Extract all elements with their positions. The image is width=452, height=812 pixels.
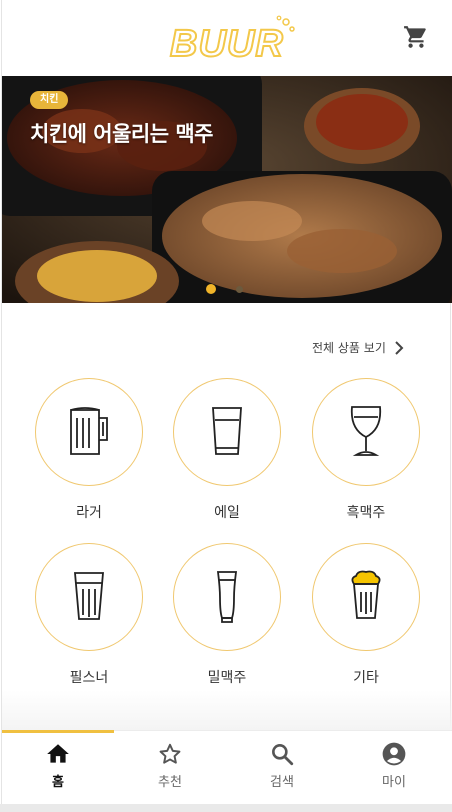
category-pilsner[interactable]: 필스너 — [34, 543, 144, 687]
nav-label: 홈 — [52, 775, 64, 790]
category-label: 기타 — [353, 670, 379, 686]
category-label: 흑맥주 — [346, 505, 386, 521]
pilsner-glass-icon — [35, 543, 143, 651]
goblet-icon — [312, 378, 420, 486]
chevron-right-icon — [395, 340, 404, 355]
cart-icon[interactable] — [402, 24, 430, 50]
foam-glass-icon — [312, 543, 420, 651]
promo-banner[interactable]: 치킨 치킨에 어울리는 맥주 — [2, 76, 452, 303]
carousel-dot-active[interactable] — [206, 284, 216, 294]
header: BUUR — [2, 0, 452, 76]
search-icon — [272, 744, 294, 766]
mug-icon — [35, 378, 143, 486]
category-ale[interactable]: 에일 — [172, 378, 282, 522]
home-icon — [47, 744, 69, 763]
category-label: 라거 — [76, 505, 102, 521]
bottom-navigation: 홈 추천 검색 마이 — [2, 730, 452, 804]
category-badge: 치킨 — [30, 91, 69, 109]
nav-item-search[interactable]: 검색 — [226, 731, 338, 805]
nav-item-my[interactable]: 마이 — [338, 731, 450, 805]
svg-text:BUUR: BUUR — [170, 23, 284, 62]
star-icon — [159, 743, 181, 764]
app-screen: BUUR 치킨 치킨에 어울리는 맥주 전체 상품 보기 라거 에일 흑맥주 필… — [1, 0, 452, 812]
banner-title: 치킨에 어울리는 맥주 — [30, 122, 214, 146]
bottom-edge — [0, 804, 452, 812]
banner-food-image — [2, 76, 452, 303]
category-label: 밀맥주 — [207, 670, 247, 686]
nav-item-recommend[interactable]: 추천 — [114, 731, 226, 805]
category-lager[interactable]: 라거 — [34, 378, 144, 522]
nav-label: 추천 — [158, 775, 182, 790]
scroll-fade — [2, 690, 452, 730]
view-all-label: 전체 상품 보기 — [312, 341, 386, 355]
category-stout[interactable]: 흑맥주 — [311, 378, 421, 522]
wheat-glass-icon — [173, 543, 281, 651]
account-icon — [382, 742, 406, 766]
category-other[interactable]: 기타 — [311, 543, 421, 687]
category-wheat[interactable]: 밀맥주 — [172, 543, 282, 687]
pint-glass-icon — [173, 378, 281, 486]
brand-logo[interactable]: BUUR — [168, 14, 298, 66]
nav-label: 마이 — [382, 775, 406, 790]
category-label: 에일 — [214, 505, 240, 521]
nav-item-home[interactable]: 홈 — [2, 730, 114, 805]
view-all-link[interactable]: 전체 상품 보기 — [312, 339, 404, 356]
category-label: 필스너 — [69, 670, 109, 686]
carousel-dot[interactable] — [236, 286, 243, 293]
nav-label: 검색 — [270, 775, 294, 790]
